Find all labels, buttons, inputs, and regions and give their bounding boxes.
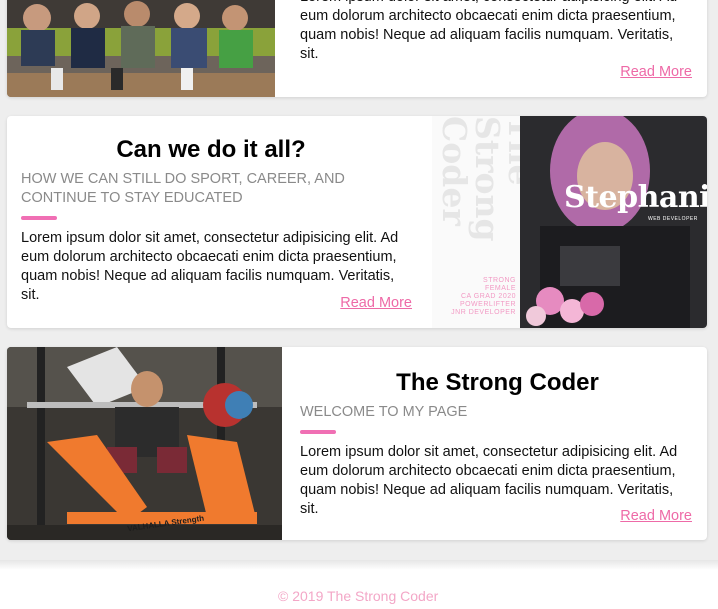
poster-list-item: STRONG bbox=[483, 277, 516, 284]
card-subtitle: WELCOME TO MY PAGE bbox=[300, 404, 468, 420]
poster-name: Stephanie bbox=[564, 180, 707, 215]
card-content: The Strong Coder WELCOME TO MY PAGE Lore… bbox=[300, 369, 695, 519]
poster-role: WEB DEVELOPER bbox=[648, 216, 698, 222]
card-body: Lorem ipsum dolor sit amet, consectetur … bbox=[300, 0, 677, 62]
card-content: Lorem ipsum dolor sit amet, consectetur … bbox=[300, 0, 695, 64]
stephanie-poster: The Strong Coder STRONG FEMALE CA GRAD 2… bbox=[432, 116, 707, 328]
copyright-text: © 2019 The Strong Coder bbox=[278, 588, 439, 604]
article-card-3: VALHALLA Strength The Strong Coder WELCO… bbox=[7, 347, 707, 540]
read-more-link[interactable]: Read More bbox=[340, 295, 412, 311]
team-photo bbox=[7, 0, 275, 97]
poster-list-item: JNR DEVELOPER bbox=[451, 309, 516, 316]
card-title: Can we do it all? bbox=[116, 136, 306, 163]
card-subtitle: HOW WE CAN STILL DO SPORT, CAREER, AND C… bbox=[21, 171, 345, 206]
card-body: Lorem ipsum dolor sit amet, consectetur … bbox=[21, 230, 399, 303]
poster-list-item: POWERLIFTER bbox=[459, 301, 516, 308]
card-title: The Strong Coder bbox=[396, 369, 599, 396]
article-card-1: Lorem ipsum dolor sit amet, consectetur … bbox=[7, 0, 707, 97]
read-more-link[interactable]: Read More bbox=[620, 508, 692, 524]
page-footer: © 2019 The Strong Coder bbox=[0, 560, 718, 609]
card-content: Can we do it all? HOW WE CAN STILL DO SP… bbox=[21, 136, 401, 305]
read-more-link[interactable]: Read More bbox=[620, 64, 692, 80]
accent-divider bbox=[300, 430, 336, 434]
portrait-photo: Stephanie WEB DEVELOPER bbox=[520, 116, 707, 328]
poster-list-item: FEMALE bbox=[484, 285, 516, 292]
squat-photo: VALHALLA Strength bbox=[7, 347, 282, 540]
poster-left-panel: The Strong Coder STRONG FEMALE CA GRAD 2… bbox=[432, 116, 537, 328]
article-card-2: Can we do it all? HOW WE CAN STILL DO SP… bbox=[7, 116, 707, 328]
poster-list: STRONG FEMALE CA GRAD 2020 POWERLIFTER J… bbox=[451, 277, 516, 317]
accent-divider bbox=[21, 216, 57, 220]
poster-list-item: CA GRAD 2020 bbox=[460, 293, 516, 300]
